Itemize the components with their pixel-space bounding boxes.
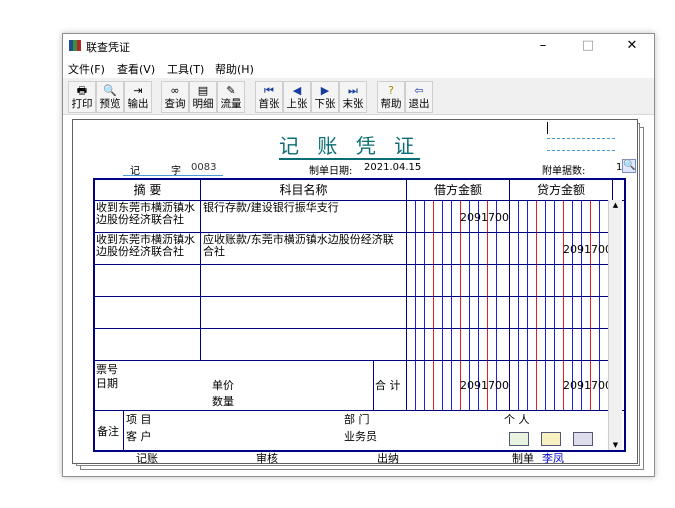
- card-icon[interactable]: [509, 432, 529, 446]
- detail-button[interactable]: ▤ 明细: [189, 81, 217, 113]
- maker-name: 李凤: [542, 452, 564, 465]
- binoculars-icon: ∞: [170, 84, 180, 97]
- voucher-mark-field[interactable]: [547, 124, 615, 139]
- lookup-icon[interactable]: 🔍: [622, 159, 636, 173]
- menu-help[interactable]: 帮助(H): [215, 61, 254, 77]
- row2-summary[interactable]: 收到东莞市横沥镇水边股份经济联合社: [96, 234, 200, 258]
- qty-label: 数量: [212, 395, 234, 408]
- scroll-up-icon[interactable]: ▲: [609, 200, 622, 210]
- menu-file[interactable]: 文件(F): [68, 61, 105, 77]
- exit-button[interactable]: ⇦ 退出: [405, 81, 433, 113]
- help-button[interactable]: ? 帮助: [377, 81, 405, 113]
- prev-icon: ◀: [292, 84, 302, 97]
- toolbar: 🖶 打印 🔍 预览 ⇥ 输出 ∞ 查询 ▤ 明细 ✎ 流量 ⏮ 首张 ◀ 上张 ▶ 下张 ⏭ 末张 …: [63, 78, 654, 115]
- next-icon: ▶: [320, 84, 330, 97]
- row2-credit[interactable]: 2091700: [563, 244, 612, 256]
- price-label: 单价: [212, 379, 234, 392]
- voucher-mark-field-2[interactable]: [547, 144, 615, 151]
- query-button[interactable]: ∞ 查询: [161, 81, 189, 113]
- preview-button[interactable]: 🔍 预览: [96, 81, 124, 113]
- vertical-scrollbar[interactable]: ▲ ▼: [608, 200, 622, 450]
- next-button[interactable]: ▶ 下张: [311, 81, 339, 113]
- ticket-label: 票号: [96, 363, 118, 376]
- header-debit: 借方金额: [433, 183, 482, 197]
- voucher-grid: 摘 要 科目名称 借方金额 贷方金额 收到东莞市横沥镇水边股份经济联合社 银行存…: [93, 178, 626, 452]
- minimize-button[interactable]: –: [521, 34, 565, 58]
- maker-label: 制单: [512, 452, 534, 465]
- total-credit: 2091700: [563, 379, 612, 392]
- attachments-label: 附单据数:: [542, 166, 586, 177]
- id-card-icon[interactable]: [541, 432, 561, 446]
- date-label: 制单日期:: [309, 166, 353, 177]
- header-credit: 贷方金额: [536, 183, 585, 197]
- person-label: 个 人: [504, 413, 530, 426]
- header-summary: 摘 要: [133, 183, 162, 197]
- customer-label: 客 户: [126, 430, 152, 443]
- menu-view[interactable]: 查看(V): [117, 61, 155, 77]
- menu-tools[interactable]: 工具(T): [167, 61, 204, 77]
- reviewer-label: 审核: [256, 452, 278, 465]
- voucher-number-underline: [123, 175, 223, 176]
- total-debit: 2091700: [460, 379, 509, 392]
- cashier-label: 出纳: [377, 452, 399, 465]
- row2-account[interactable]: 应收账款/东莞市横沥镇水边股份经济联合社: [203, 234, 403, 258]
- exit-icon: ⇦: [414, 84, 424, 97]
- app-icon: [69, 40, 81, 51]
- remarks-label: 备注: [97, 425, 119, 438]
- scroll-down-icon[interactable]: ▼: [609, 440, 622, 450]
- printer-icon: 🖶: [76, 84, 88, 97]
- ledger-icon: ▤: [197, 84, 209, 97]
- row1-summary[interactable]: 收到东莞市横沥镇水边股份经济联合社: [96, 202, 200, 226]
- last-icon: ⏭: [348, 84, 358, 97]
- maximize-button[interactable]: □: [566, 34, 610, 58]
- first-button[interactable]: ⏮ 首张: [255, 81, 283, 113]
- bookkeeper-label: 记账: [136, 452, 158, 465]
- date-field-label: 日期: [96, 377, 118, 390]
- prev-button[interactable]: ◀ 上张: [283, 81, 311, 113]
- row1-account[interactable]: 银行存款/建设银行振华支行: [203, 202, 403, 214]
- last-button[interactable]: ⏭ 末张: [339, 81, 367, 113]
- project-label: 项 目: [126, 413, 152, 426]
- title-bar: 联查凭证 – □ ✕: [63, 34, 654, 58]
- voucher-number: 0083: [191, 162, 217, 173]
- voucher-paper: 记 账 凭 证 记 字 0083 制单日期: 2021.04.15 附单据数: …: [72, 119, 638, 465]
- text-cursor: [547, 122, 548, 134]
- cashflow-button[interactable]: ✎ 流量: [217, 81, 245, 113]
- preview-icon: 🔍: [103, 84, 117, 97]
- voucher-window: 联查凭证 – □ ✕ 文件(F) 查看(V) 工具(T) 帮助(H) 🖶 打印 🔍…: [62, 33, 655, 477]
- export-icon: ⇥: [133, 84, 143, 97]
- header-account: 科目名称: [279, 183, 328, 197]
- window-title: 联查凭证: [86, 41, 130, 54]
- voucher-title: 记 账 凭 证: [279, 134, 421, 158]
- print-button[interactable]: 🖶 打印: [68, 81, 96, 113]
- first-icon: ⏮: [264, 84, 274, 97]
- total-label: 合 计: [375, 379, 401, 392]
- menu-bar: 文件(F) 查看(V) 工具(T) 帮助(H): [63, 58, 654, 78]
- department-label: 部 门: [344, 413, 370, 426]
- staff-label: 业务员: [344, 430, 377, 443]
- flow-icon: ✎: [226, 84, 236, 97]
- clear-icon[interactable]: [573, 432, 593, 446]
- help-icon: ?: [388, 84, 394, 97]
- close-button[interactable]: ✕: [610, 34, 654, 58]
- row1-debit[interactable]: 2091700: [460, 212, 509, 224]
- voucher-date: 2021.04.15: [364, 162, 422, 173]
- voucher-workspace: 记 账 凭 证 记 字 0083 制单日期: 2021.04.15 附单据数: …: [63, 115, 654, 476]
- export-button[interactable]: ⇥ 输出: [124, 81, 152, 113]
